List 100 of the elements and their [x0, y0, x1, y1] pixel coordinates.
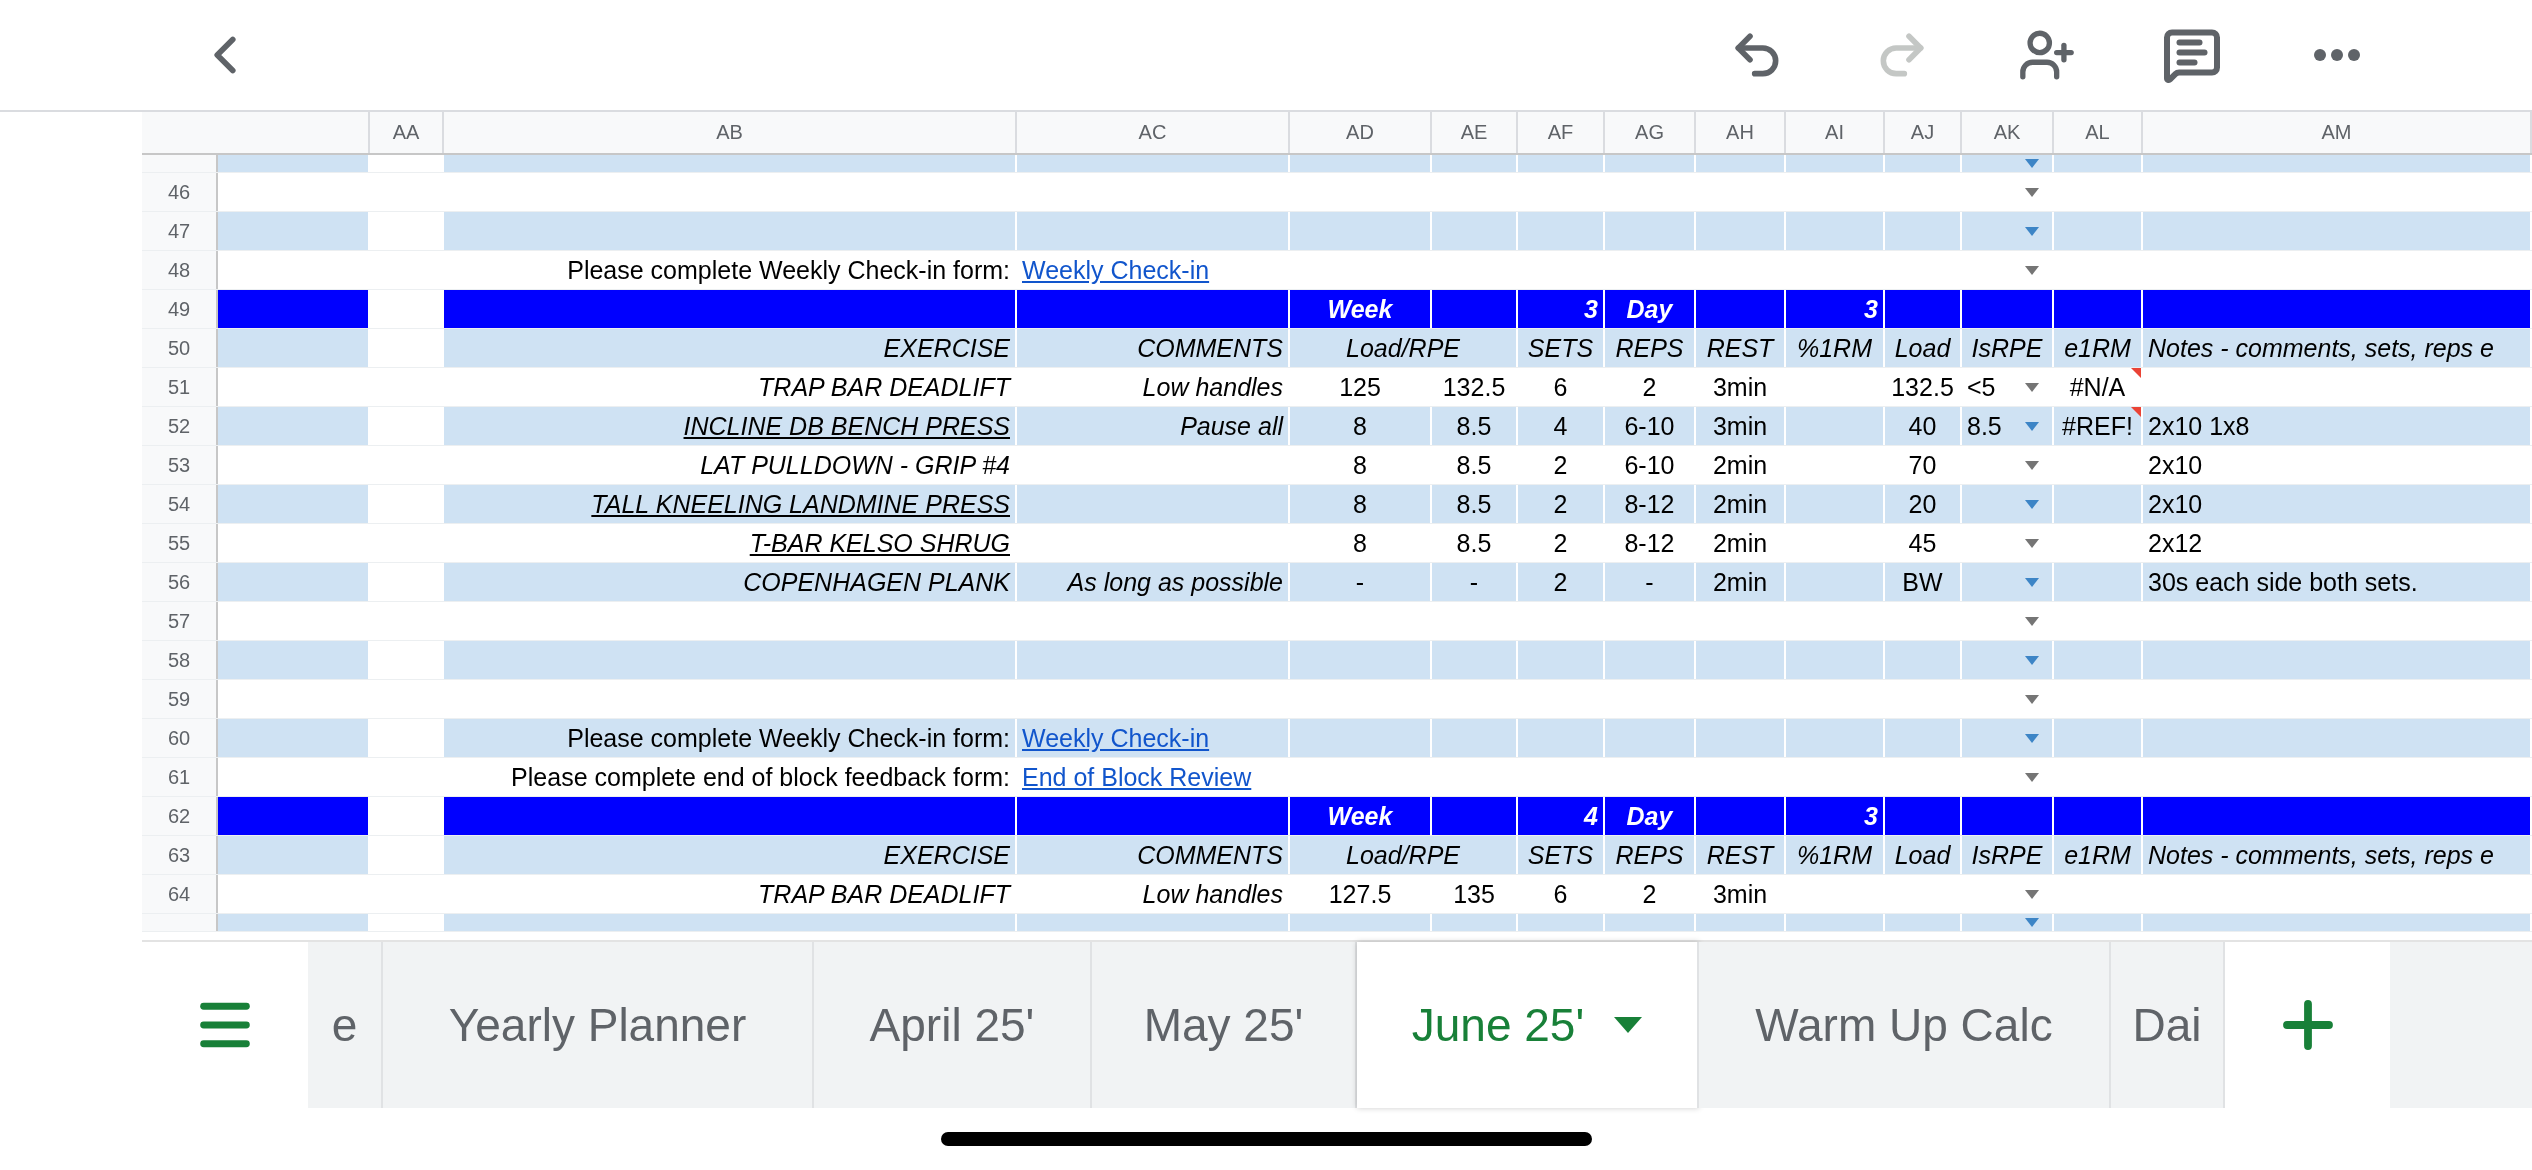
column-header[interactable]: AC	[1017, 112, 1290, 153]
row-number[interactable]: 46	[142, 173, 218, 211]
column-header[interactable]: AG	[1605, 112, 1696, 153]
row-number[interactable]: 56	[142, 563, 218, 601]
table-cell: 30s each side both sets.	[2148, 567, 2418, 597]
column-header[interactable]: AJ	[1885, 112, 1962, 153]
sheet-tab[interactable]: June 25'	[1357, 942, 1699, 1108]
dropdown-arrow-icon[interactable]	[2025, 733, 2039, 743]
table-cell: 70	[1908, 450, 1937, 480]
table-cell: EXERCISE	[883, 333, 1010, 363]
table-cell: 2min	[1712, 567, 1768, 597]
dropdown-arrow-icon[interactable]	[2025, 159, 2039, 168]
dropdown-arrow-icon[interactable]	[2025, 889, 2039, 899]
column-header[interactable]: AE	[1432, 112, 1518, 153]
table-cell: 8-12	[1624, 489, 1675, 519]
exercise-link[interactable]: T-BAR KELSO SHRUG	[749, 528, 1010, 558]
table-cell: Load/RPE	[1346, 840, 1460, 870]
dropdown-arrow-icon[interactable]	[2025, 187, 2039, 197]
table-cell: -	[1469, 567, 1479, 597]
table-cell: Low handles	[1142, 372, 1283, 402]
dropdown-arrow-icon[interactable]	[2025, 538, 2039, 548]
table-cell: 8.5	[1456, 411, 1492, 441]
row-number[interactable]: 64	[142, 875, 218, 913]
row-number[interactable]: 52	[142, 407, 218, 445]
row-number[interactable]: 51	[142, 368, 218, 406]
exercise-link[interactable]: INCLINE DB BENCH PRESS	[683, 411, 1010, 441]
table-cell: 8	[1353, 528, 1367, 558]
row-number[interactable]: 61	[142, 758, 218, 796]
table-cell: 2x10	[2148, 450, 2203, 480]
caret-icon	[1614, 1017, 1643, 1033]
table-cell: LAT PULLDOWN - GRIP #4	[700, 450, 1010, 480]
form-link[interactable]: Weekly Check-in	[1022, 255, 1210, 285]
column-header[interactable]: AL	[2054, 112, 2143, 153]
dropdown-arrow-icon[interactable]	[2025, 226, 2039, 236]
dropdown-arrow-icon[interactable]	[2025, 382, 2039, 392]
table-cell: REST	[1706, 333, 1774, 363]
column-header[interactable]: AA	[370, 112, 444, 153]
table-cell: 45	[1908, 528, 1937, 558]
table-cell: Pause all	[1180, 411, 1283, 441]
row-number[interactable]: 60	[142, 719, 218, 757]
table-cell: 8-12	[1624, 528, 1675, 558]
table-cell: 8.5	[1456, 528, 1492, 558]
table-cell: -	[1355, 567, 1365, 597]
dropdown-arrow-icon[interactable]	[2025, 655, 2039, 665]
dropdown-arrow-icon[interactable]	[2025, 918, 2039, 927]
table-cell: REPS	[1615, 840, 1684, 870]
row-number[interactable]: 62	[142, 797, 218, 835]
column-header[interactable]: AI	[1786, 112, 1885, 153]
row-number[interactable]: 59	[142, 680, 218, 718]
form-link[interactable]: Weekly Check-in	[1022, 723, 1210, 753]
table-cell: 6	[1553, 879, 1568, 909]
table-cell: 8.5	[1456, 450, 1492, 480]
table-cell: <5	[1967, 372, 1996, 402]
row-number[interactable]: 49	[142, 290, 218, 328]
dropdown-arrow-icon[interactable]	[2025, 460, 2039, 470]
row-number[interactable]: 58	[142, 641, 218, 679]
table-cell: Notes - comments, sets, reps e	[2148, 840, 2494, 870]
row-number[interactable]: 48	[142, 251, 218, 289]
row-number[interactable]: 57	[142, 602, 218, 640]
table-cell: REPS	[1615, 333, 1684, 363]
column-header[interactable]: AH	[1696, 112, 1786, 153]
more-icon	[2314, 49, 2360, 61]
table-cell: 6-10	[1624, 411, 1675, 441]
row-number[interactable]: 47	[142, 212, 218, 250]
dropdown-arrow-icon[interactable]	[2025, 772, 2039, 782]
table-cell: TRAP BAR DEADLIFT	[758, 372, 1010, 402]
dropdown-arrow-icon[interactable]	[2025, 577, 2039, 587]
table-cell: 8	[1353, 489, 1367, 519]
table-cell: 4	[1584, 801, 1598, 831]
dropdown-arrow-icon[interactable]	[2025, 499, 2039, 509]
table-cell: Day	[1626, 801, 1673, 831]
table-cell: 2	[1553, 528, 1568, 558]
column-header[interactable]: AM	[2143, 112, 2532, 153]
row-number[interactable]: 50	[142, 329, 218, 367]
dropdown-arrow-icon[interactable]	[2025, 421, 2039, 431]
column-header[interactable]: AK	[1962, 112, 2054, 153]
dropdown-arrow-icon[interactable]	[2025, 265, 2039, 275]
table-cell: Load	[1894, 840, 1951, 870]
dropdown-arrow-icon[interactable]	[2025, 694, 2039, 704]
table-cell: BW	[1902, 567, 1943, 597]
table-cell: Load	[1894, 333, 1951, 363]
table-cell: 3	[1864, 801, 1878, 831]
table-cell: 2min	[1712, 450, 1768, 480]
row-number[interactable]: 53	[142, 446, 218, 484]
table-cell: 3min	[1712, 879, 1768, 909]
exercise-link[interactable]: TALL KNEELING LANDMINE PRESS	[591, 489, 1010, 519]
row-number[interactable]: 54	[142, 485, 218, 523]
row-number[interactable]: 63	[142, 836, 218, 874]
table-cell: e1RM	[2064, 840, 2131, 870]
add-sheet-button[interactable]	[2225, 942, 2390, 1108]
column-header[interactable]: AB	[444, 112, 1017, 153]
column-header[interactable]: AF	[1518, 112, 1605, 153]
dropdown-arrow-icon[interactable]	[2025, 616, 2039, 626]
table-cell: Load/RPE	[1346, 333, 1460, 363]
table-cell: 125	[1339, 372, 1381, 402]
table-cell: COMMENTS	[1137, 840, 1283, 870]
column-header[interactable]: AD	[1290, 112, 1432, 153]
row-number[interactable]: 55	[142, 524, 218, 562]
table-cell: %1RM	[1797, 840, 1872, 870]
form-link[interactable]: End of Block Review	[1022, 762, 1252, 792]
